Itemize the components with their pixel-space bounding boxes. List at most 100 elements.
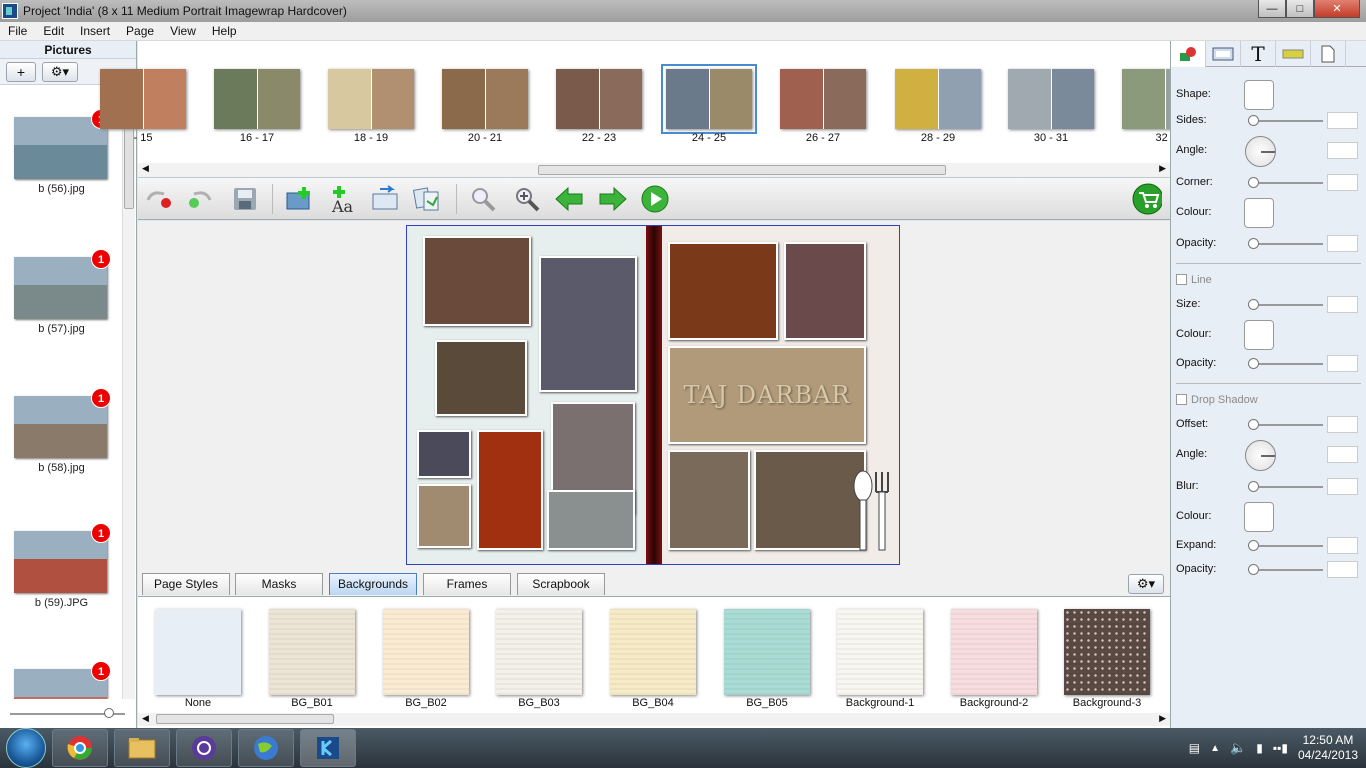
picture-item[interactable]: 1 b (56).jpg	[14, 109, 111, 195]
line-colour-swatch[interactable]	[1244, 320, 1274, 350]
page-spread-thumbnail[interactable]	[442, 69, 528, 129]
thumbnail-size-knob[interactable]	[104, 708, 114, 718]
page-tab[interactable]	[1311, 41, 1346, 67]
background-item[interactable]: None	[155, 609, 241, 709]
photo-frame[interactable]	[668, 242, 778, 340]
background-swatch[interactable]	[155, 609, 241, 695]
minimize-button[interactable]: —	[1258, 0, 1286, 18]
menu-file[interactable]: File	[0, 24, 35, 38]
add-picture-button[interactable]: +	[6, 61, 36, 82]
background-item[interactable]: Background-2	[951, 609, 1037, 709]
tab-backgrounds[interactable]: Backgrounds	[329, 573, 417, 595]
pictures-settings-button[interactable]: ⚙▾	[42, 61, 78, 82]
blur-input[interactable]	[1327, 478, 1358, 495]
volume-icon[interactable]: 🔈	[1230, 740, 1246, 756]
photo-frame[interactable]	[754, 450, 866, 550]
size-slider[interactable]	[1248, 299, 1259, 310]
import-button[interactable]	[370, 184, 400, 214]
page-spread[interactable]: TAJ DARBAR	[406, 225, 900, 565]
background-item[interactable]: BG_B05	[724, 609, 810, 709]
shadow-opacity-input[interactable]	[1327, 561, 1358, 578]
backgrounds-scrollbar[interactable]: ◀ ▶	[138, 713, 1170, 726]
photo-frame[interactable]	[784, 242, 866, 340]
offset-input[interactable]	[1327, 416, 1358, 433]
picture-item[interactable]: 1 b (58).jpg	[14, 388, 111, 474]
photo-frame[interactable]	[539, 256, 637, 392]
photo-frame[interactable]	[547, 490, 635, 550]
backgrounds-settings-button[interactable]: ⚙▾	[1128, 574, 1164, 594]
taskbar-media[interactable]	[176, 729, 232, 767]
frame-properties-tab[interactable]	[1206, 41, 1241, 67]
picture-item[interactable]: 1 b (59).JPG	[14, 523, 111, 609]
background-item[interactable]: BG_B04	[610, 609, 696, 709]
taskbar-photobook[interactable]	[300, 729, 356, 767]
page-strip-scrollbar[interactable]: ◀ ▶	[138, 163, 1170, 177]
background-item[interactable]: BG_B03	[496, 609, 582, 709]
menu-page[interactable]: Page	[118, 24, 162, 38]
photo-frame[interactable]	[417, 484, 471, 548]
picture-thumbnail[interactable]: 1	[14, 388, 111, 458]
background-swatch[interactable]	[383, 609, 469, 695]
start-button[interactable]	[6, 728, 46, 768]
photo-frame[interactable]	[423, 236, 531, 326]
blur-slider[interactable]	[1248, 481, 1259, 492]
menu-edit[interactable]: Edit	[35, 24, 72, 38]
signal-icon[interactable]: ▪▪▮	[1273, 741, 1288, 755]
backgrounds-scroll-thumb[interactable]	[156, 714, 334, 724]
page-spread-thumbnail[interactable]	[1008, 69, 1094, 129]
photo-frame[interactable]: TAJ DARBAR	[668, 346, 866, 444]
tab-masks[interactable]: Masks	[235, 573, 323, 595]
angle-dial[interactable]	[1245, 136, 1276, 167]
page-spread-thumbnail[interactable]	[100, 69, 186, 129]
power-icon[interactable]: ▮	[1256, 741, 1263, 755]
page-strip-scroll-thumb[interactable]	[538, 165, 946, 175]
show-hidden-icons-icon[interactable]: ▲	[1210, 743, 1220, 754]
page-spread-thumbnail[interactable]	[328, 69, 414, 129]
drop-shadow-checkbox[interactable]	[1176, 394, 1187, 405]
right-page[interactable]: TAJ DARBAR	[652, 226, 899, 564]
opacity-input[interactable]	[1327, 235, 1358, 252]
next-page-button[interactable]	[598, 184, 628, 214]
size-input[interactable]	[1327, 296, 1358, 313]
left-page[interactable]	[407, 226, 652, 564]
corner-input[interactable]	[1327, 174, 1358, 191]
play-slideshow-button[interactable]	[640, 184, 670, 214]
picture-item[interactable]: 1 b (57).jpg	[14, 249, 111, 335]
colour-swatch[interactable]	[1244, 198, 1274, 228]
taskbar-maps[interactable]	[238, 729, 294, 767]
taskbar-chrome[interactable]	[52, 729, 108, 767]
offset-slider[interactable]	[1248, 419, 1259, 430]
text-properties-tab[interactable]: T	[1241, 41, 1276, 67]
background-item[interactable]: Background-1	[837, 609, 923, 709]
network-status-icon[interactable]: ▤	[1189, 741, 1200, 755]
opacity-slider[interactable]	[1248, 238, 1259, 249]
taskbar-explorer[interactable]	[114, 729, 170, 767]
background-swatch[interactable]	[269, 609, 355, 695]
page-spread-thumbnail[interactable]	[556, 69, 642, 129]
scroll-left-icon[interactable]: ◀	[142, 163, 149, 174]
close-button[interactable]: ✕	[1314, 0, 1360, 18]
page-spread-thumbnail[interactable]	[895, 69, 981, 129]
zoom-in-button[interactable]	[512, 184, 542, 214]
clock[interactable]: 12:50 AM 04/24/2013	[1298, 733, 1358, 763]
background-item[interactable]: Background-3	[1064, 609, 1150, 709]
page-spread-thumbnail[interactable]	[780, 69, 866, 129]
line-opacity-input[interactable]	[1327, 355, 1358, 372]
expand-input[interactable]	[1327, 537, 1358, 554]
picture-thumbnail[interactable]: 1	[14, 661, 111, 699]
tab-scrapbook[interactable]: Scrapbook	[517, 573, 605, 595]
background-swatch[interactable]	[496, 609, 582, 695]
pictures-scrollbar[interactable]	[122, 87, 135, 699]
scroll-right-icon[interactable]: ▶	[1159, 163, 1166, 174]
share-button[interactable]	[412, 184, 442, 214]
scroll-left-icon[interactable]: ◀	[142, 713, 149, 724]
maximize-button[interactable]: □	[1286, 0, 1314, 18]
angle-input[interactable]	[1327, 142, 1358, 159]
expand-slider[interactable]	[1248, 540, 1259, 551]
shadow-colour-swatch[interactable]	[1244, 502, 1274, 532]
menu-help[interactable]: Help	[204, 24, 245, 38]
picture-thumbnail[interactable]: 1	[14, 109, 111, 179]
background-swatch[interactable]	[1064, 609, 1150, 695]
line-checkbox[interactable]	[1176, 274, 1187, 285]
shadow-angle-dial[interactable]	[1245, 440, 1276, 471]
